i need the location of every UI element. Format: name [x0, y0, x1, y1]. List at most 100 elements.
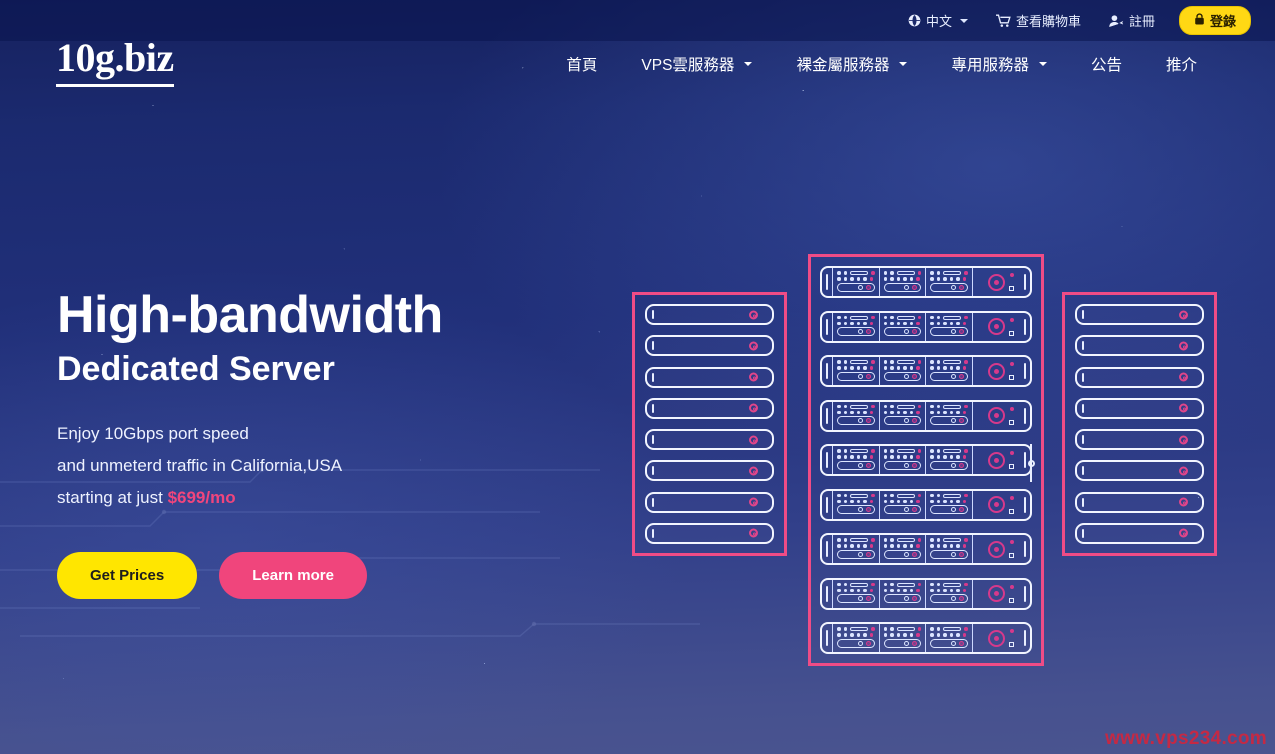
- power-indicator-icon: [1179, 435, 1188, 445]
- chevron-down-icon: [899, 62, 908, 66]
- login-button[interactable]: 登錄: [1178, 6, 1251, 35]
- nav-label: 公告: [1090, 57, 1122, 74]
- power-indicator-icon: [749, 403, 758, 413]
- rack-unit-power-module: [971, 357, 1020, 385]
- rack-unit-simple: [1075, 522, 1204, 544]
- rack-unit-detailed: [820, 444, 1032, 476]
- power-ring-icon: [987, 540, 1005, 558]
- rack-unit-bay: [878, 579, 926, 608]
- rack-unit-power-module: [971, 535, 1020, 563]
- rack-unit-detailed: [820, 399, 1032, 432]
- nav-label: 裸金屬服務器: [796, 57, 890, 74]
- power-indicator-icon: [1179, 528, 1188, 538]
- power-ring-icon: [987, 407, 1005, 424]
- rack-unit-handle: [822, 313, 832, 341]
- nav-label: VPS雲服務器: [641, 57, 735, 74]
- main-navigation: 首頁 VPS雲服務器 裸金屬服務器 專用服務器 公告 推介: [544, 47, 1219, 81]
- rack-unit-detailed: [820, 577, 1032, 610]
- server-rack-right: [1062, 292, 1217, 556]
- rack-unit-bay: [832, 446, 879, 474]
- power-indicator-icon: [749, 310, 758, 319]
- learn-more-button[interactable]: Learn more: [219, 551, 367, 599]
- nav-label: 推介: [1165, 57, 1197, 74]
- rack-unit-simple: [1075, 304, 1204, 325]
- register-label: 註冊: [1128, 14, 1155, 29]
- power-ring-icon: [987, 273, 1005, 291]
- rack-unit-power-module: [971, 579, 1020, 608]
- rack-unit-handle: [822, 580, 832, 608]
- rack-unit-bay: [925, 624, 972, 652]
- rack-unit-bay: [832, 535, 879, 563]
- nav-item-home[interactable]: 首頁: [544, 47, 619, 81]
- rack-unit-handle: [1020, 313, 1030, 341]
- power-indicator-icon: [749, 466, 758, 476]
- nav-item-vps-cloud[interactable]: VPS雲服務器: [619, 47, 774, 81]
- view-cart-button[interactable]: 查看購物車: [982, 11, 1095, 30]
- rack-unit-handle: [822, 535, 832, 563]
- nav-item-bare-metal[interactable]: 裸金屬服務器: [774, 47, 929, 81]
- language-selector[interactable]: 中文: [894, 11, 982, 30]
- power-indicator-icon: [1179, 372, 1188, 382]
- rack-unit-bay: [832, 579, 879, 608]
- rack-unit-handle: [822, 357, 832, 385]
- rack-unit-bay: [925, 357, 972, 385]
- rack-unit-power-module: [971, 624, 1020, 652]
- nav-item-announcements[interactable]: 公告: [1069, 47, 1144, 81]
- power-indicator-icon: [1179, 310, 1188, 319]
- language-label: 中文: [925, 14, 952, 29]
- hero-sub-line3-prefix: starting at just: [57, 487, 168, 507]
- chevron-down-icon: [744, 62, 753, 66]
- server-rack-center: [808, 254, 1044, 666]
- cart-icon: [995, 14, 1011, 28]
- rack-unit-bay: [925, 490, 972, 519]
- nav-item-dedicated[interactable]: 專用服務器: [929, 47, 1069, 81]
- rack-unit-handle: [822, 268, 832, 296]
- power-ring-icon: [987, 496, 1005, 513]
- power-indicator-icon: [749, 497, 758, 507]
- rack-unit-handle: [822, 446, 832, 474]
- power-indicator-icon: [749, 528, 758, 538]
- rack-unit-handle: [822, 491, 832, 519]
- rack-unit-simple: [645, 491, 774, 513]
- rack-unit-simple: [1075, 460, 1204, 482]
- rack-unit-simple: [1075, 491, 1204, 513]
- rack-unit-bay: [878, 357, 926, 385]
- register-button[interactable]: 註冊: [1095, 11, 1169, 30]
- rack-unit-handle: [1020, 624, 1030, 652]
- power-ring-icon: [987, 585, 1005, 602]
- nav-label: 首頁: [566, 57, 598, 74]
- login-label: 登錄: [1209, 14, 1236, 29]
- rack-unit-bay: [832, 312, 879, 341]
- rack-unit-bay: [832, 624, 879, 652]
- power-indicator-icon: [749, 435, 758, 445]
- hero-title-line1: High-bandwidth: [57, 286, 443, 344]
- hero-sub-line2: and unmeterd traffic in California,USA: [57, 455, 343, 475]
- rack-unit-simple: [1075, 397, 1204, 419]
- nav-item-referral[interactable]: 推介: [1144, 47, 1219, 81]
- rack-unit-detailed: [820, 488, 1032, 521]
- rack-unit-handle: [1020, 491, 1030, 519]
- rack-unit-simple: [1075, 429, 1204, 451]
- nav-label: 專用服務器: [951, 57, 1029, 74]
- hero-sub-line3: starting at just $699/mo: [57, 482, 577, 514]
- rack-unit-bay: [878, 312, 926, 341]
- rack-unit-handle: [1020, 402, 1030, 430]
- rack-unit-bay: [878, 624, 926, 652]
- rack-unit-power-module: [971, 446, 1020, 474]
- chevron-down-icon: [959, 18, 968, 23]
- rack-unit-simple: [645, 429, 774, 451]
- rack-unit-detailed: [820, 622, 1032, 654]
- rack-unit-bay: [832, 357, 879, 385]
- site-logo[interactable]: 10g.biz: [56, 38, 174, 87]
- get-prices-button[interactable]: Get Prices: [57, 551, 198, 599]
- rack-unit-handle: [1020, 535, 1030, 563]
- rack-unit-simple: [645, 397, 774, 419]
- rack-unit-simple: [645, 366, 774, 388]
- hero-content: High-bandwidth Dedicated Server Enjoy 10…: [57, 288, 577, 599]
- rack-unit-bay: [925, 535, 972, 563]
- rack-unit-bay: [832, 268, 879, 296]
- rack-unit-bay: [878, 535, 926, 563]
- lock-icon: [1194, 13, 1205, 28]
- rack-unit-bay: [925, 312, 972, 341]
- rack-unit-power-module: [971, 312, 1020, 341]
